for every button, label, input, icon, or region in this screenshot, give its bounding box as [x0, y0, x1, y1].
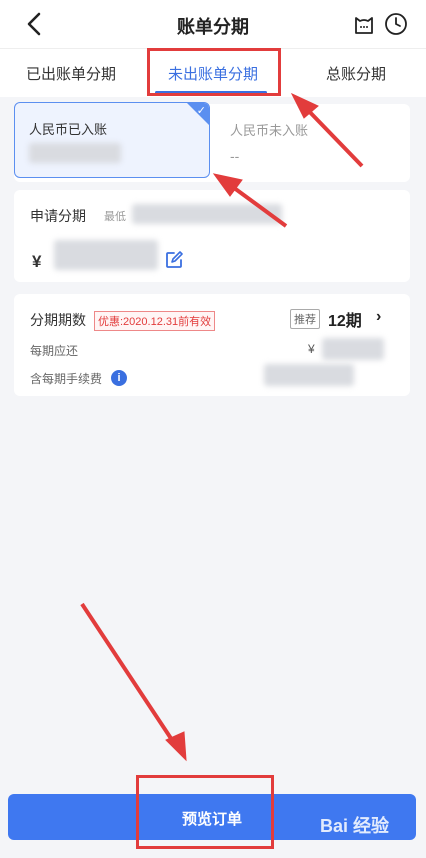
installment-label: 分期期数: [30, 312, 86, 328]
clock-icon[interactable]: [384, 12, 408, 36]
button-highlight-box: [136, 775, 274, 849]
billed-amount-blurred: [29, 143, 121, 163]
tab-highlight-box: [147, 48, 281, 96]
unbilled-label: 人民币未入账: [230, 123, 309, 138]
tab-total-installment[interactable]: 总账分期: [326, 63, 386, 84]
checkmark-icon: ✓: [196, 105, 206, 117]
billed-label: 人民币已入账: [29, 122, 108, 137]
monthly-label: 每期应还: [30, 344, 79, 358]
arrow-button-head: [165, 731, 187, 762]
cat-icon[interactable]: [352, 12, 376, 36]
unbilled-value: --: [230, 148, 240, 164]
min-amount-blurred: [132, 204, 282, 224]
edit-icon[interactable]: [164, 250, 184, 270]
min-label: 最低: [104, 211, 126, 223]
arrow-button: [80, 602, 178, 748]
currency-symbol: ¥: [32, 252, 42, 271]
watermark: Bai 经验: [320, 816, 390, 836]
header: 账单分期: [0, 0, 426, 48]
fee-label: 含每期手续费: [30, 372, 103, 386]
promo-badge: 优惠:2020.12.31前有效: [94, 311, 216, 331]
info-icon[interactable]: i: [111, 370, 127, 386]
monthly-currency: ¥: [308, 342, 315, 356]
fee-amount-blurred: [264, 364, 354, 386]
recommend-tag: 推荐: [290, 309, 320, 329]
chevron-right-icon[interactable]: ›: [376, 308, 381, 326]
monthly-amount-blurred: [322, 338, 384, 360]
apply-amount-input[interactable]: [54, 240, 158, 270]
apply-label: 申请分期: [30, 208, 86, 224]
tab-billed-installment[interactable]: 已出账单分期: [26, 63, 116, 84]
period-value: 12期: [328, 313, 362, 330]
billed-option[interactable]: ✓ 人民币已入账: [14, 102, 210, 178]
apply-card: 申请分期 最低 ¥: [14, 190, 410, 282]
